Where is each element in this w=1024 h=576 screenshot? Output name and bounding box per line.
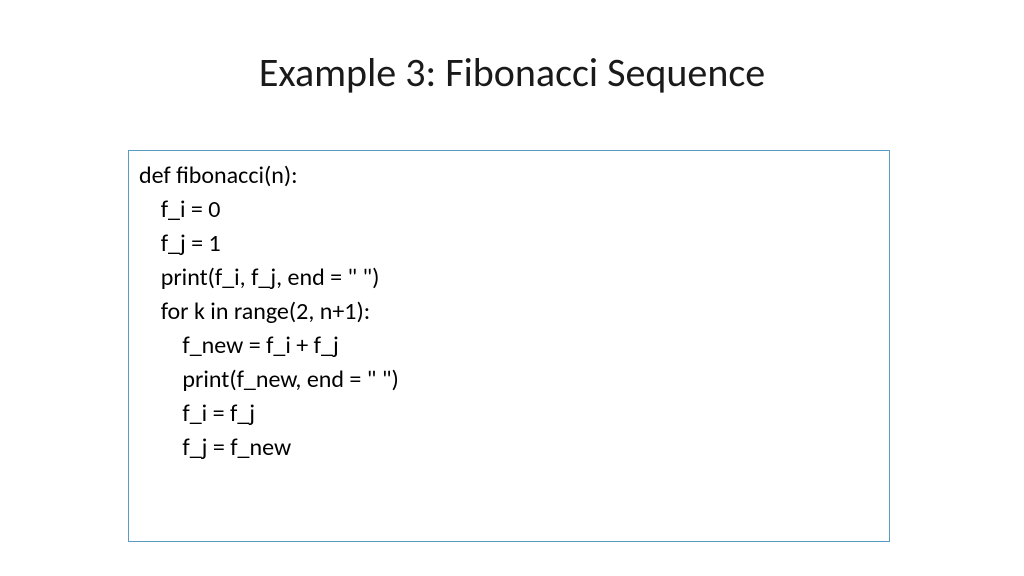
code-line: f_j = f_new — [139, 431, 879, 465]
slide: Example 3: Fibonacci Sequence def fibona… — [0, 0, 1024, 576]
code-line: f_new = f_i + f_j — [139, 329, 879, 363]
code-line: f_i = 0 — [139, 193, 879, 227]
code-line: print(f_new, end = " ") — [139, 363, 879, 397]
code-box: def fibonacci(n): f_i = 0 f_j = 1 print(… — [128, 150, 890, 542]
slide-title: Example 3: Fibonacci Sequence — [0, 48, 1024, 97]
code-line: def fibonacci(n): — [139, 159, 879, 193]
code-line: for k in range(2, n+1): — [139, 295, 879, 329]
code-line: f_i = f_j — [139, 397, 879, 431]
code-line: print(f_i, f_j, end = " ") — [139, 261, 879, 295]
code-line: f_j = 1 — [139, 227, 879, 261]
